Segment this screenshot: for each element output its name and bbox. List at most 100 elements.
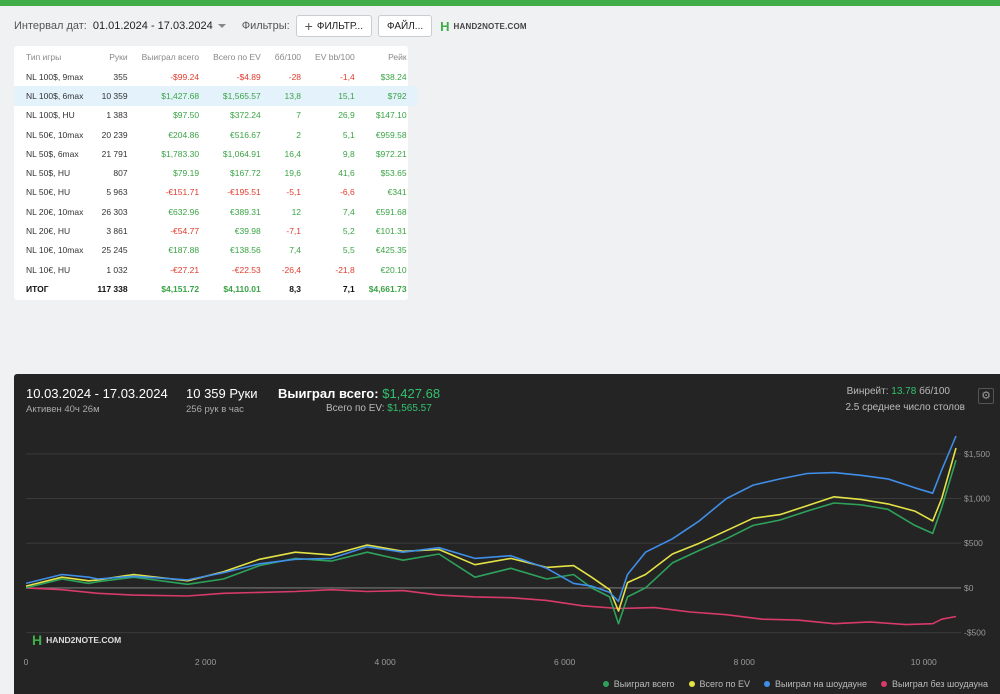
column-header[interactable]: бб/100	[271, 46, 311, 67]
legend-label: Всего по EV	[699, 679, 751, 689]
table-cell: $79.19	[173, 168, 200, 179]
series-line-0	[25, 459, 957, 625]
table-cell: -€54.77	[170, 226, 200, 237]
logo-text: HAND2NOTE.COM	[453, 21, 527, 31]
stats-table: Тип игры Руки Выиграл всего Всего по EV бб/1…	[14, 46, 417, 299]
file-button[interactable]: ФАЙЛ...	[377, 15, 433, 37]
legend-item[interactable]: Выиграл без шоудауна	[881, 679, 988, 689]
column-header[interactable]: Тип игры	[14, 46, 93, 67]
table-cell: 26,9	[338, 110, 355, 121]
table-cell: 9,8	[342, 148, 355, 159]
x-tick-label: 2 000	[195, 657, 217, 667]
table-cell: -€195.51	[227, 187, 261, 198]
table-cell: $1,783.30	[161, 148, 200, 159]
table-cell: $372.24	[230, 110, 261, 121]
table-cell: 5,2	[342, 226, 355, 237]
table-cell: $1,064.91	[222, 148, 261, 159]
column-header[interactable]: EV bb/100	[311, 46, 365, 67]
table-cell: NL 50$, HU	[26, 168, 71, 179]
table-row[interactable]: NL 10€, 10max 25 245 €187.88 €138.56 7,4 5,5 €…	[14, 241, 417, 260]
table-row[interactable]: NL 50$, HU 807 $79.19 $167.72 19,6 41,6 $53.65	[14, 163, 417, 182]
filter-button[interactable]: + ФИЛЬТР...	[295, 15, 372, 37]
session-graph-panel: 10.03.2024 - 17.03.2024 Активен 40ч 26м …	[14, 374, 1000, 694]
column-header[interactable]: Всего по EV	[209, 46, 271, 67]
table-cell: 5,1	[342, 129, 355, 140]
legend-item[interactable]: Всего по EV	[688, 679, 751, 689]
table-cell: NL 100$, HU	[26, 110, 75, 121]
table-cell: $972.21	[375, 148, 407, 159]
table-cell: 26 303	[101, 206, 128, 217]
table-cell: €39.98	[234, 226, 261, 237]
date-range-value: 01.01.2024 - 17.03.2024	[92, 20, 213, 32]
table-cell: NL 50€, 10max	[26, 129, 84, 140]
table-cell: $53.65	[380, 168, 407, 179]
column-header[interactable]: Руки	[93, 46, 137, 67]
table-row[interactable]: NL 50€, 10max 20 239 €204.86 €516.67 2 5,1 €95…	[14, 125, 417, 144]
legend-dot-icon	[688, 681, 695, 687]
x-tick-label: 4 000	[374, 657, 396, 667]
table-cell: NL 10€, 10max	[26, 245, 84, 256]
table-cell: 5 963	[106, 187, 128, 198]
table-cell: 16,4	[284, 148, 302, 159]
table-cell: €204.86	[168, 129, 200, 140]
x-tick-label: 10 000	[911, 657, 937, 667]
table-row[interactable]: NL 100$, 6max 10 359 $1,427.68 $1,565.57 13,…	[14, 86, 417, 106]
table-cell: -28	[288, 71, 302, 82]
table-total-row[interactable]: ИТОГ 117 338 $4,151.72 $4,110.01 8,3 7,1 $4,66…	[14, 279, 417, 298]
filter-bar: Интервал дат: 01.01.2024 - 17.03.2024 Фи…	[14, 15, 527, 37]
x-tick-label: 8 000	[734, 657, 756, 667]
y-tick-label: $1,000	[964, 494, 990, 504]
table-cell: 19,6	[284, 168, 302, 179]
legend-label: Выиграл без шоудауна	[892, 679, 988, 689]
legend-item[interactable]: Выиграл всего	[602, 679, 675, 689]
table-cell: 117 338	[97, 283, 128, 294]
table-cell: -6,6	[340, 187, 355, 198]
table-cell: $167.72	[230, 168, 261, 179]
table-cell: 8,3	[289, 283, 302, 294]
table-cell: ИТОГ	[26, 283, 49, 294]
table-row[interactable]: NL 20€, HU 3 861 -€54.77 €39.98 -7,1 5,2 €101.…	[14, 221, 417, 240]
x-tick-label: 6 000	[554, 657, 576, 667]
table-cell: €101.31	[375, 226, 407, 237]
table-cell: 7,4	[342, 206, 355, 217]
table-cell: NL 20€, HU	[26, 226, 71, 237]
table-cell: -7,1	[286, 226, 302, 237]
table-cell: $97.50	[173, 110, 200, 121]
watermark-text: HAND2NOTE.COM	[46, 635, 122, 645]
file-button-label: ФАЙЛ...	[386, 20, 424, 32]
table-cell: NL 100$, 9max	[26, 71, 84, 82]
legend-item[interactable]: Выиграл на шоудауне	[764, 679, 867, 689]
table-row[interactable]: NL 50$, 6max 21 791 $1,783.30 $1,064.91 16,4…	[14, 144, 417, 163]
table-row[interactable]: NL 100$, 9max 355 -$99.24 -$4.89 -28 -1,4 $38.…	[14, 67, 417, 86]
table-row[interactable]: NL 100$, HU 1 383 $97.50 $372.24 7 26,9 $147.1…	[14, 106, 417, 125]
table-cell: 13,8	[270, 86, 312, 106]
table-cell: 25 245	[101, 245, 128, 256]
table-cell: -1,4	[340, 71, 355, 82]
chevron-down-icon	[217, 24, 226, 28]
table-cell: 807	[113, 168, 128, 179]
table-row[interactable]: NL 20€, 10max 26 303 €632.96 €389.31 12 7,4 €5…	[14, 202, 417, 221]
table-cell: $147.10	[375, 110, 407, 121]
table-cell: 2	[296, 129, 302, 140]
table-row[interactable]: NL 10€, HU 1 032 -€27.21 -€22.53 -26,4 -21,8 €…	[14, 260, 417, 279]
column-header[interactable]: Выиграл всего	[138, 46, 209, 67]
table-cell: NL 10€, HU	[26, 264, 71, 275]
h2n-logo-icon: H	[440, 18, 450, 34]
table-cell: 355	[113, 71, 128, 82]
y-tick-label: $500	[964, 538, 983, 548]
table-cell: $4,151.72	[161, 283, 200, 294]
stats-table-card: Тип игры Руки Выиграл всего Всего по EV бб/1…	[14, 46, 417, 300]
table-cell: 41,6	[338, 168, 355, 179]
table-cell: 20 239	[101, 129, 128, 140]
table-cell: 10 359	[93, 86, 138, 106]
table-cell: -$99.24	[170, 71, 200, 82]
table-cell: €959.58	[375, 129, 407, 140]
watermark: H HAND2NOTE.COM	[32, 632, 121, 648]
table-cell: 7,1	[342, 283, 355, 294]
table-cell: $1,427.68	[137, 86, 210, 106]
table-cell: €425.35	[375, 245, 407, 256]
date-range-picker[interactable]: 01.01.2024 - 17.03.2024	[93, 20, 226, 32]
column-header[interactable]: Рейк	[365, 46, 417, 67]
table-cell: -€22.53	[231, 264, 261, 275]
table-row[interactable]: NL 50€, HU 5 963 -€151.71 -€195.51 -5,1 -6,6 €…	[14, 183, 417, 202]
